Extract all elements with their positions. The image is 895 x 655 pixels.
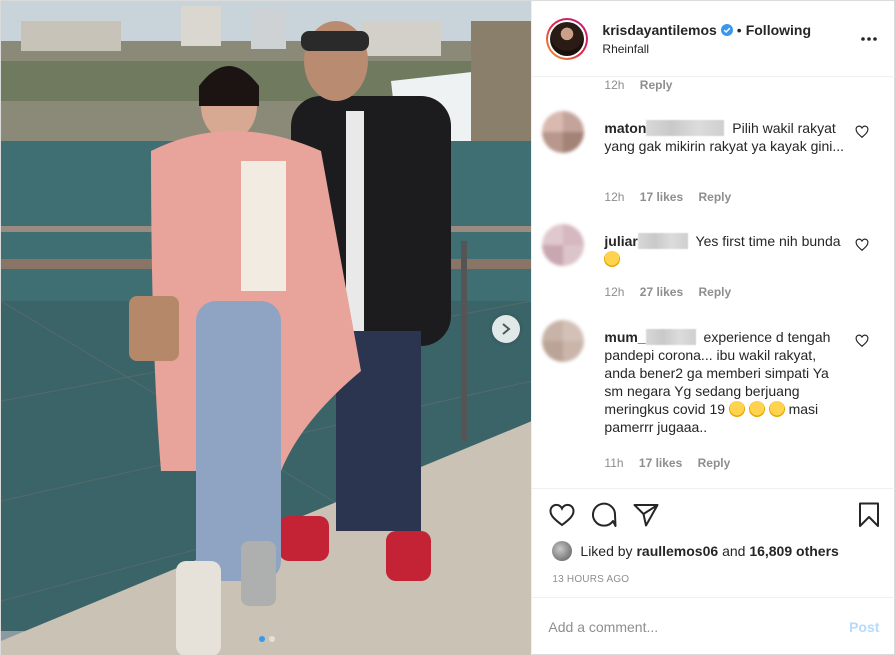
carousel-next-button[interactable] [492,315,520,343]
bookmark-icon [859,502,880,527]
comment-meta: 11h 17 likes Reply [604,456,742,470]
comment-button[interactable] [590,501,618,529]
chevron-right-icon [502,323,511,335]
post-location[interactable]: Rheinfall [602,42,859,56]
previous-comment-meta: 12h Reply [604,78,672,92]
post-actions: Liked by raullemos06 and 16,809 others 1… [532,488,895,585]
more-options-icon [861,36,878,41]
post-photo[interactable] [1,1,532,655]
comment-likes[interactable]: 17 likes [639,456,682,470]
profile-avatar[interactable] [546,17,589,60]
comment-likes[interactable]: 17 likes [640,190,683,204]
share-button[interactable] [632,501,660,529]
comment-likes[interactable]: 27 likes [640,285,683,299]
carousel-indicator [1,636,531,642]
reply-button[interactable]: Reply [699,285,732,299]
following-button[interactable]: Following [746,22,811,38]
comment-avatar[interactable] [542,224,585,266]
liked-by-and: and [722,543,746,559]
reply-button[interactable]: Reply [699,190,732,204]
comment-time: 12h [604,190,625,204]
comment-time: 11h [604,456,624,470]
comment-avatar[interactable] [542,320,585,362]
save-button[interactable] [855,501,883,529]
comment-time: 12h [604,285,625,299]
astonished-face-emoji-icon [768,401,785,417]
liked-by-user[interactable]: raullemos06 [636,543,718,559]
comment-icon [592,502,617,527]
comment-body: juliar Yes first time nih bunda [604,232,849,268]
share-icon [633,504,659,527]
comment-like-heart-icon[interactable] [855,238,869,252]
carousel-dot [268,636,275,642]
comment-body: mum_ experience d tengah pandepi corona.… [604,328,849,436]
comment-username[interactable]: mum_ [604,329,645,345]
comment-username[interactable]: juliar [604,233,637,249]
post-side-panel: krisdayantilemos • Following Rheinfall 1… [531,1,895,655]
comment-time: 12h [604,78,625,92]
more-options-button[interactable] [859,29,879,49]
redacted-username [646,120,725,136]
reply-button[interactable]: Reply [640,78,673,92]
liked-by-prefix: Liked by [580,543,633,559]
reply-button[interactable]: Reply [698,456,731,470]
comment-avatar[interactable] [542,111,585,153]
profile-username[interactable]: krisdayantilemos [602,22,716,38]
carousel-dot-active [258,636,265,642]
post-header: krisdayantilemos • Following Rheinfall [532,1,895,77]
liked-by-others[interactable]: 16,809 others [749,543,839,559]
redacted-username [637,233,688,249]
verified-badge-icon [720,23,733,36]
comment-body: maton Pilih wakil rakyat yang gak mikiri… [604,119,849,155]
comment-like-heart-icon[interactable] [855,334,869,348]
post-container: krisdayantilemos • Following Rheinfall 1… [0,0,895,655]
astonished-face-emoji-icon [748,401,765,417]
redacted-username [645,329,696,345]
liked-by: Liked by raullemos06 and 16,809 others [552,541,839,561]
liked-by-avatar[interactable] [552,541,573,561]
photo-scene [1,1,532,655]
header-separator: • [736,21,742,38]
comment-username[interactable]: maton [604,120,646,136]
add-comment-bar: Post [532,597,895,655]
post-time-ago[interactable]: 13 HOURS AGO [552,574,629,585]
comment-meta: 12h 27 likes Reply [604,285,743,299]
comment-meta: 12h 17 likes Reply [604,190,743,204]
clapping-hands-emoji-icon [604,251,621,267]
heart-icon [549,503,575,527]
avatar-image [550,21,585,56]
like-button[interactable] [548,501,576,529]
post-comment-button[interactable]: Post [849,619,879,635]
comment-text: Yes first time nih bunda [695,233,841,249]
add-comment-input[interactable] [548,619,850,635]
comment-like-heart-icon[interactable] [855,125,869,139]
astonished-face-emoji-icon [728,401,745,417]
comments-list[interactable]: 12h Reply maton Pilih wakil rakyat yang … [532,78,895,488]
